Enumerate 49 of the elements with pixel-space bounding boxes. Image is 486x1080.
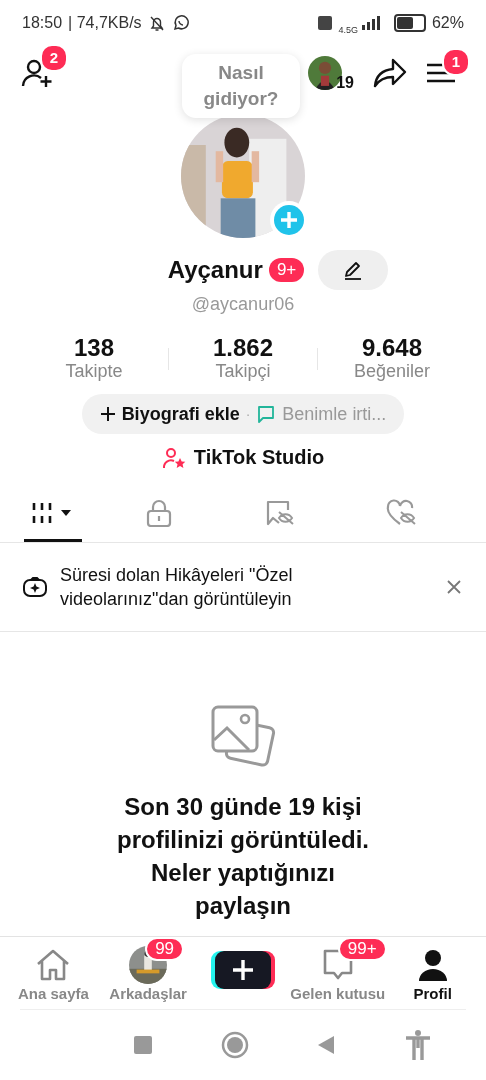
notification-badge: 99 xyxy=(145,937,185,961)
clock: 18:50 xyxy=(22,14,63,32)
notice-text: Süresi dolan Hikâyeleri "Özel videolarınız"dan görüntüleyin xyxy=(60,564,294,611)
stat-value[interactable]: 138 xyxy=(73,335,114,361)
edit-button[interactable] xyxy=(318,250,389,290)
person-star-icon xyxy=(161,446,186,469)
notification-badge: 2 xyxy=(39,44,68,72)
home-button-icon[interactable] xyxy=(220,1031,249,1059)
battery-icon xyxy=(393,14,426,32)
studio-link[interactable]: TikTok Studio xyxy=(161,446,325,469)
viewer-count: 19 xyxy=(336,74,354,92)
separator-dot: · xyxy=(245,406,251,422)
sparkle-camera-icon xyxy=(22,575,48,599)
signal-icon xyxy=(359,16,382,30)
person-icon xyxy=(416,948,449,982)
network-speed: | 74,7KB/s xyxy=(68,14,142,32)
stat-label[interactable]: Takipçi xyxy=(215,361,271,382)
empty-state-message: Son 30 günde 19 kişi profilinizi görüntüledi. Neler yaptığınızı paylaşın xyxy=(116,792,370,921)
recents-icon[interactable] xyxy=(134,1036,153,1054)
nav-tab[interactable]: Ana sayfa xyxy=(17,985,89,1002)
share-icon[interactable] xyxy=(372,57,408,89)
chat-icon xyxy=(256,404,277,424)
notification-badge: 1 xyxy=(441,48,470,76)
add-bio-button[interactable]: Biyografi ekle xyxy=(99,403,240,425)
notification-badge: 99+ xyxy=(337,937,387,961)
nav-tab[interactable]: Profil xyxy=(413,985,452,1002)
stat-value[interactable]: 1.862 xyxy=(212,335,274,361)
speech-bubble[interactable]: Nasıl gidiyor? xyxy=(182,54,300,118)
heart-hidden-icon xyxy=(385,499,418,527)
nav-tab[interactable]: Arkadaşlar xyxy=(109,985,187,1002)
notification-badge: 9+ xyxy=(268,258,305,282)
profile-name: Ayçanur xyxy=(167,256,263,284)
stat-value[interactable]: 9.648 xyxy=(361,335,423,361)
accessibility-icon[interactable] xyxy=(403,1030,432,1060)
username: @aycanur06 xyxy=(190,294,296,315)
bookmark-hidden-icon xyxy=(265,499,295,527)
nav-tab[interactable]: Gelen kutusu xyxy=(290,985,386,1002)
chat-bubble-icon xyxy=(171,14,190,32)
contact-button[interactable]: Benimle irti... xyxy=(256,403,387,425)
close-icon[interactable] xyxy=(446,579,462,595)
stat-label[interactable]: Beğeniler xyxy=(353,361,431,382)
plus-icon xyxy=(231,959,254,981)
battery-percent: 62% xyxy=(431,14,464,32)
plus-icon xyxy=(99,406,116,422)
network-type: 4.5G xyxy=(338,25,358,35)
stat-label[interactable]: Takipte xyxy=(65,361,123,382)
lock-icon xyxy=(145,499,172,527)
photos-icon xyxy=(210,704,276,768)
back-icon[interactable] xyxy=(317,1035,336,1055)
